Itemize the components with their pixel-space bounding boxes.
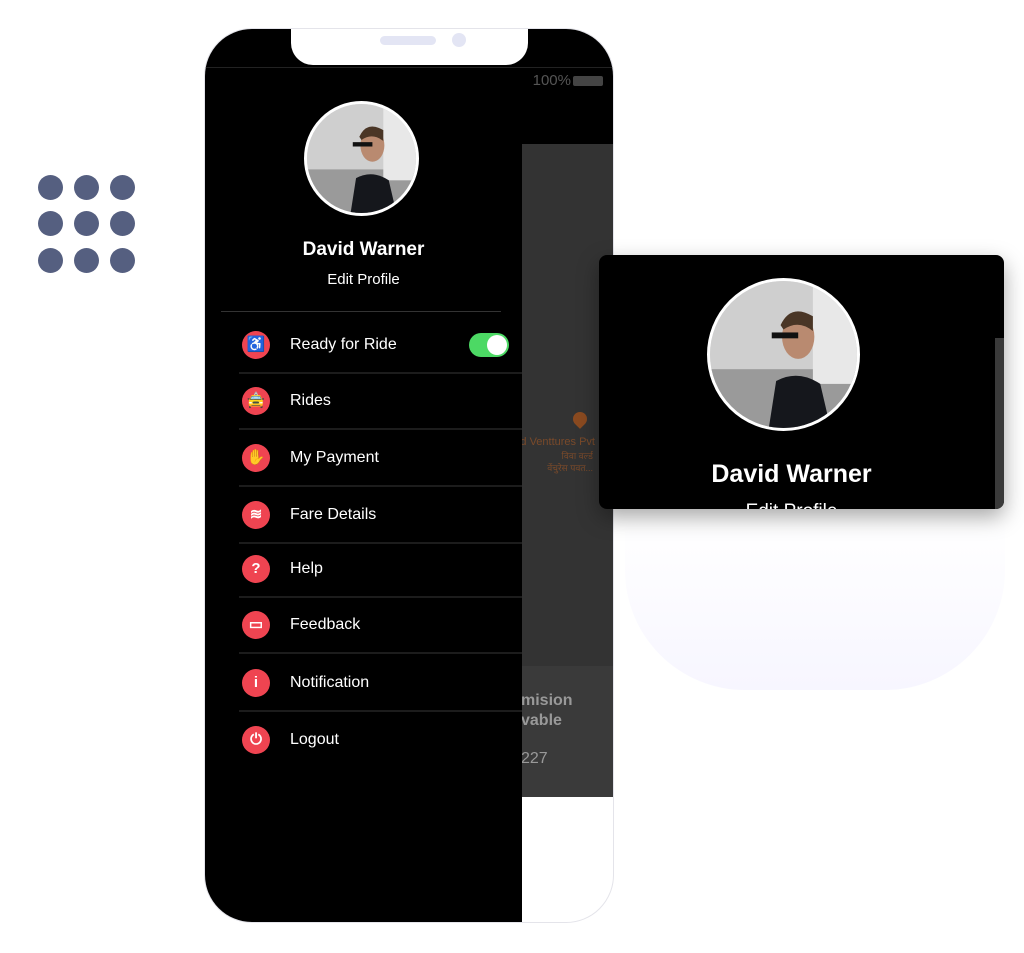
dot <box>110 248 135 273</box>
ready-for-ride-toggle[interactable] <box>469 333 509 357</box>
menu-label: Logout <box>290 731 339 748</box>
profile-divider <box>221 311 501 312</box>
menu-item-logout[interactable]: ⏻ Logout <box>239 712 522 768</box>
dot <box>74 248 99 273</box>
commission-label-line2: vable <box>521 712 562 729</box>
scrollbar[interactable] <box>995 338 1004 509</box>
battery-icon <box>573 76 603 86</box>
power-icon: ⏻ <box>242 726 270 754</box>
menu-label: Fare Details <box>290 506 377 523</box>
speaker <box>380 36 436 45</box>
menu-label: My Payment <box>290 449 379 466</box>
dot <box>38 248 63 273</box>
menu-label: Ready for Ride <box>290 336 397 353</box>
menu-label: Notification <box>290 674 370 691</box>
menu-item-rides[interactable]: 🚖 Rides <box>239 374 522 430</box>
commission-amount: 227 <box>521 750 548 767</box>
dot <box>110 211 135 236</box>
car-icon: 🚖 <box>242 387 270 415</box>
menu-label: Rides <box>290 392 331 409</box>
popup-name: David Warner <box>711 460 872 488</box>
info-icon: i <box>242 669 270 697</box>
phone-frame: 100% d Venttures Pvt विवा वर्ल्ड वेंचुरे… <box>204 28 614 923</box>
dot <box>38 175 63 200</box>
dot <box>110 175 135 200</box>
menu-item-notification[interactable]: i Notification <box>239 656 522 712</box>
dot <box>38 211 63 236</box>
menu-label: Help <box>290 560 323 577</box>
menu-item-fare-details[interactable]: ≋ Fare Details <box>239 488 522 544</box>
driver-seat-icon: ♿ <box>242 331 270 359</box>
menu-item-ready-for-ride[interactable]: ♿ Ready for Ride <box>239 318 522 374</box>
menu-item-my-payment[interactable]: ✋ My Payment <box>239 431 522 487</box>
phone-notch <box>291 29 528 65</box>
commission-label-line1: mision <box>521 692 573 709</box>
payment-hand-icon: ✋ <box>242 444 270 472</box>
map-place-name: d Venttures Pvt <box>521 436 595 448</box>
menu-item-feedback[interactable]: ▭ Feedback <box>239 598 522 654</box>
camera <box>452 33 466 47</box>
battery-percentage: 100% <box>532 72 571 89</box>
dot <box>74 175 99 200</box>
profile-zoom-card: David Warner Edit Profile <box>599 255 1004 509</box>
bottom-sheet <box>521 666 613 797</box>
coins-icon: ≋ <box>242 501 270 529</box>
chat-icon: ▭ <box>242 611 270 639</box>
popup-avatar <box>707 278 860 431</box>
map-place-line3: वेंचुरेस पवत... <box>547 463 593 473</box>
toggle-knob <box>487 335 507 355</box>
edit-profile-link[interactable]: Edit Profile <box>205 271 522 288</box>
popup-edit-profile: Edit Profile <box>599 501 994 509</box>
dot <box>74 211 99 236</box>
map-pin-icon <box>570 409 590 429</box>
navigation-drawer: David Warner Edit Profile ♿ Ready for Ri… <box>205 29 522 922</box>
profile-avatar[interactable] <box>304 101 419 216</box>
background-shape <box>625 520 1005 690</box>
profile-name: David Warner <box>302 239 425 260</box>
question-icon: ? <box>242 555 270 583</box>
status-bar-divider <box>205 67 613 68</box>
menu-label: Feedback <box>290 616 361 633</box>
menu-item-help[interactable]: ? Help <box>239 542 522 598</box>
